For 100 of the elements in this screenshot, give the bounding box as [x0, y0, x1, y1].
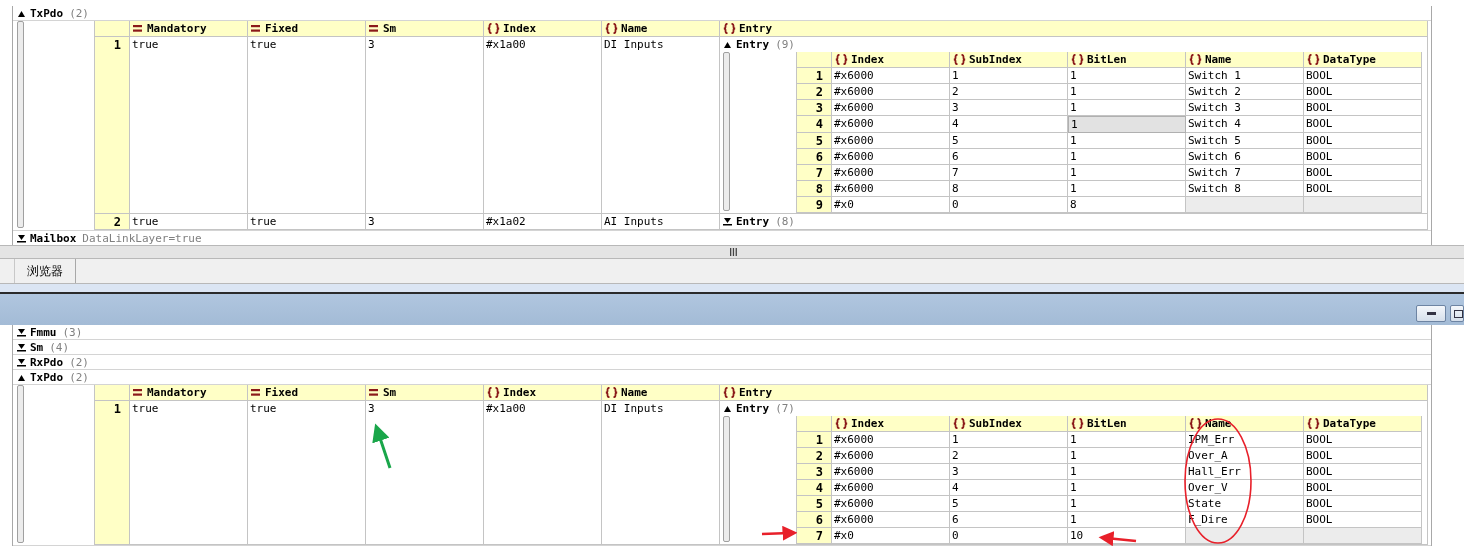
- column-header[interactable]: Sm: [366, 21, 484, 37]
- table-cell[interactable]: #x6000: [832, 100, 950, 116]
- table-cell[interactable]: 1: [1068, 133, 1186, 149]
- expand-icon[interactable]: [17, 233, 26, 243]
- table-cell[interactable]: 2: [950, 84, 1068, 100]
- table-cell[interactable]: #x6000: [832, 181, 950, 197]
- table-cell[interactable]: #x6000: [832, 165, 950, 181]
- table-cell[interactable]: BOOL: [1304, 100, 1422, 116]
- table-cell[interactable]: BOOL: [1304, 448, 1422, 464]
- column-header[interactable]: DataType: [1304, 416, 1422, 432]
- column-header[interactable]: Mandatory: [130, 21, 248, 37]
- table-cell[interactable]: 0: [950, 528, 1068, 544]
- table-cell[interactable]: 8: [950, 181, 1068, 197]
- table-cell[interactable]: 1: [1068, 464, 1186, 480]
- table-cell[interactable]: BOOL: [1304, 68, 1422, 84]
- expand-icon[interactable]: [17, 342, 26, 352]
- column-header[interactable]: SubIndex: [950, 416, 1068, 432]
- browser-tab[interactable]: 浏览器: [14, 259, 76, 283]
- expand-icon[interactable]: [17, 327, 26, 337]
- collapse-icon[interactable]: [723, 40, 732, 49]
- table-cell[interactable]: #x6000: [832, 464, 950, 480]
- table-cell[interactable]: #x6000: [832, 496, 950, 512]
- table-cell[interactable]: Switch 5: [1186, 133, 1304, 149]
- table-cell[interactable]: #x6000: [832, 133, 950, 149]
- table-cell[interactable]: 7: [950, 165, 1068, 181]
- table-cell[interactable]: #x6000: [832, 448, 950, 464]
- collapse-icon[interactable]: [723, 404, 732, 413]
- collapse-icon[interactable]: [17, 8, 26, 18]
- table-cell[interactable]: Over_V: [1186, 480, 1304, 496]
- table-cell[interactable]: 1: [1068, 149, 1186, 165]
- column-header[interactable]: Entry: [720, 385, 1428, 401]
- minimize-button[interactable]: [1416, 305, 1446, 322]
- expand-icon[interactable]: [723, 217, 732, 226]
- table-cell[interactable]: 1: [1068, 448, 1186, 464]
- table-cell[interactable]: 1: [1068, 181, 1186, 197]
- table-cell[interactable]: BOOL: [1304, 165, 1422, 181]
- table-cell[interactable]: 3: [950, 464, 1068, 480]
- column-header[interactable]: Sm: [366, 385, 484, 401]
- table-cell[interactable]: BOOL: [1304, 84, 1422, 100]
- table-cell[interactable]: #x6000: [832, 84, 950, 100]
- table-cell[interactable]: Switch 4: [1186, 116, 1304, 133]
- table-cell[interactable]: 1: [1068, 165, 1186, 181]
- table-cell[interactable]: Switch 1: [1186, 68, 1304, 84]
- table-cell[interactable]: 0: [950, 197, 1068, 213]
- column-header[interactable]: Name: [602, 21, 720, 37]
- table-cell[interactable]: Switch 3: [1186, 100, 1304, 116]
- table-cell[interactable]: BOOL: [1304, 432, 1422, 448]
- table-cell[interactable]: 6: [950, 512, 1068, 528]
- table-cell[interactable]: #x0: [832, 197, 950, 213]
- table-cell[interactable]: 1: [1068, 116, 1186, 133]
- table-cell[interactable]: 1: [950, 432, 1068, 448]
- column-header[interactable]: SubIndex: [950, 52, 1068, 68]
- table-cell[interactable]: State: [1186, 496, 1304, 512]
- expand-icon[interactable]: [17, 357, 26, 367]
- table-cell[interactable]: BOOL: [1304, 149, 1422, 165]
- table-cell[interactable]: 6: [950, 149, 1068, 165]
- table-cell[interactable]: 1: [950, 68, 1068, 84]
- column-header[interactable]: Index: [484, 385, 602, 401]
- column-header[interactable]: Index: [832, 52, 950, 68]
- table-cell[interactable]: 5: [950, 133, 1068, 149]
- column-header[interactable]: Fixed: [248, 21, 366, 37]
- table-cell[interactable]: 1: [1068, 480, 1186, 496]
- table-cell[interactable]: BOOL: [1304, 116, 1422, 133]
- table-cell[interactable]: BOOL: [1304, 480, 1422, 496]
- table-cell[interactable]: 3: [950, 100, 1068, 116]
- column-header[interactable]: Name: [1186, 52, 1304, 68]
- table-cell[interactable]: Over_A: [1186, 448, 1304, 464]
- table-cell[interactable]: BOOL: [1304, 496, 1422, 512]
- table-cell[interactable]: BOOL: [1304, 464, 1422, 480]
- table-cell[interactable]: Switch 7: [1186, 165, 1304, 181]
- column-header[interactable]: Index: [484, 21, 602, 37]
- table-cell[interactable]: 1: [1068, 512, 1186, 528]
- column-header[interactable]: DataType: [1304, 52, 1422, 68]
- restore-button[interactable]: [1450, 305, 1464, 322]
- table-cell[interactable]: 2: [950, 448, 1068, 464]
- column-header[interactable]: Mandatory: [130, 385, 248, 401]
- table-cell[interactable]: #x6000: [832, 116, 950, 133]
- table-cell[interactable]: 1: [1068, 496, 1186, 512]
- column-header[interactable]: BitLen: [1068, 416, 1186, 432]
- table-cell[interactable]: #x6000: [832, 432, 950, 448]
- table-cell[interactable]: 1: [1068, 84, 1186, 100]
- table-cell[interactable]: 1: [1068, 432, 1186, 448]
- table-cell[interactable]: Switch 2: [1186, 84, 1304, 100]
- column-header[interactable]: BitLen: [1068, 52, 1186, 68]
- table-cell[interactable]: #x6000: [832, 480, 950, 496]
- table-cell[interactable]: BOOL: [1304, 133, 1422, 149]
- column-header[interactable]: Fixed: [248, 385, 366, 401]
- table-cell[interactable]: #x6000: [832, 512, 950, 528]
- table-cell[interactable]: 1: [1068, 68, 1186, 84]
- table-cell[interactable]: #x0: [832, 528, 950, 544]
- table-cell[interactable]: #x6000: [832, 68, 950, 84]
- column-header[interactable]: Entry: [720, 21, 1428, 37]
- table-cell[interactable]: Hall_Err: [1186, 464, 1304, 480]
- table-cell[interactable]: 5: [950, 496, 1068, 512]
- column-header[interactable]: Index: [832, 416, 950, 432]
- grip-icon[interactable]: [729, 248, 737, 256]
- table-cell[interactable]: Switch 6: [1186, 149, 1304, 165]
- column-header[interactable]: Name: [602, 385, 720, 401]
- table-cell[interactable]: 4: [950, 480, 1068, 496]
- table-cell[interactable]: #x6000: [832, 149, 950, 165]
